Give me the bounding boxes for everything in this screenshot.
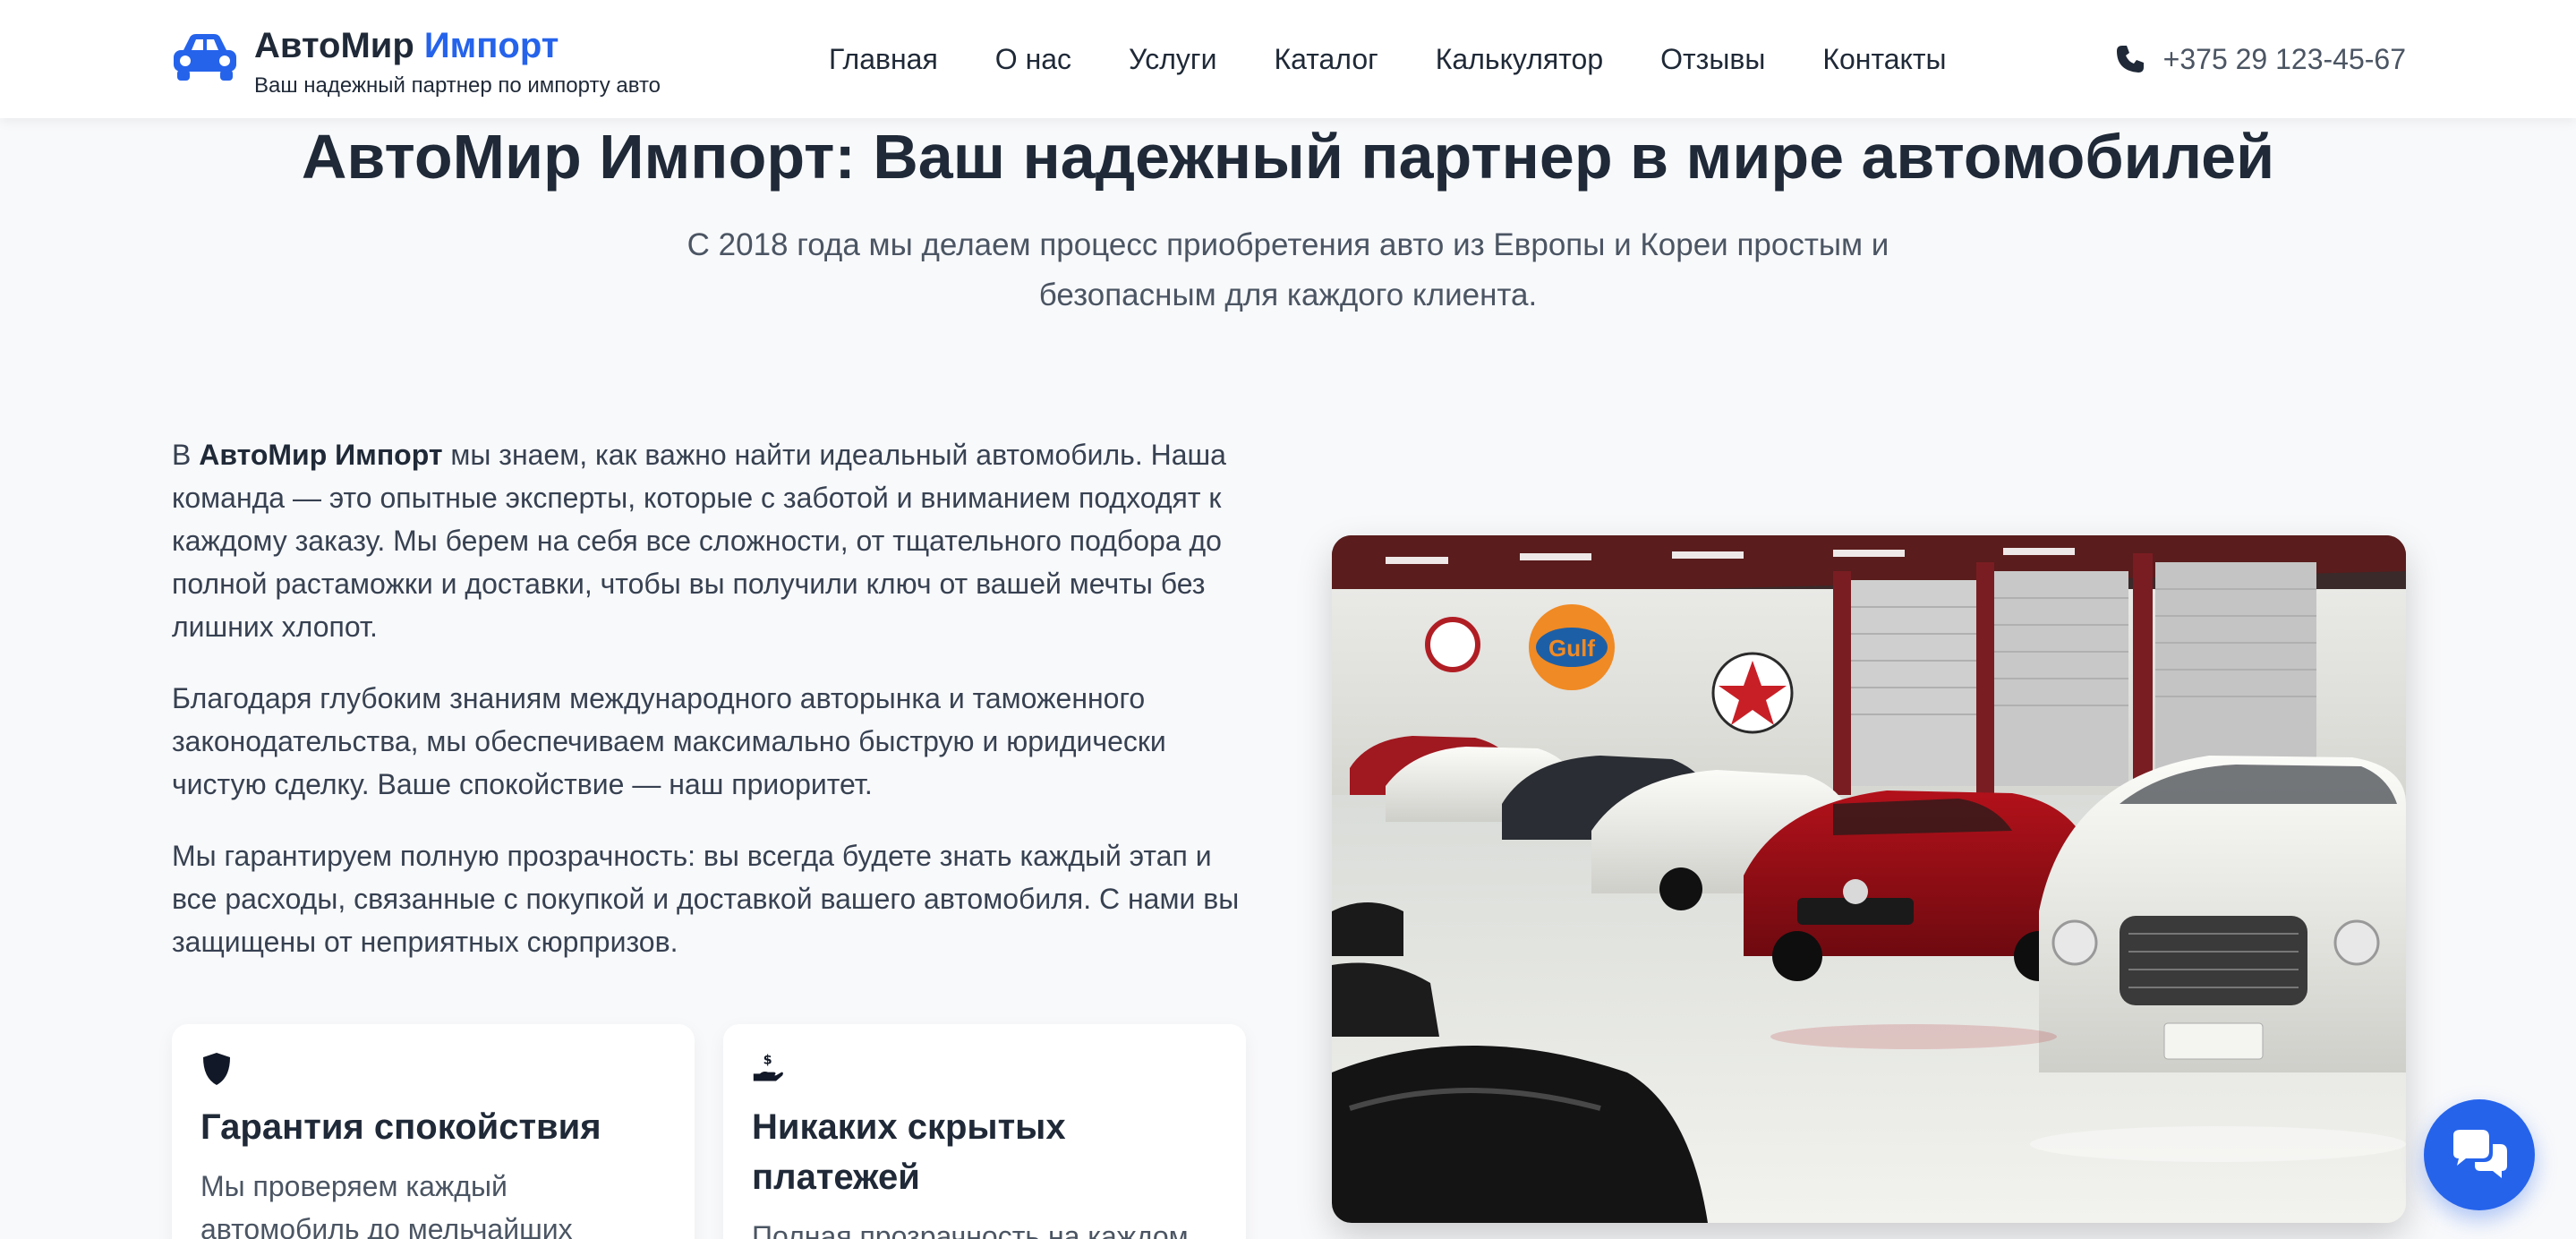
page-subtitle: С 2018 года мы делаем процесс приобретен… (687, 227, 1889, 312)
phone-icon (2116, 46, 2144, 73)
feature-card-no-hidden-fees: $ Никаких скрытых платежей Полная прозра… (723, 1024, 1246, 1239)
about-p1-prefix: В (172, 439, 200, 471)
nav-link-about[interactable]: О нас (995, 39, 1071, 79)
chat-bubbles-icon (2453, 1130, 2507, 1178)
logo[interactable]: АвтоМир Импорт Ваш надежный партнер по и… (170, 23, 661, 98)
phone-link[interactable]: +375 29 123-45-67 (2115, 39, 2406, 79)
about-p1-brand: АвтоМир Импорт (199, 439, 443, 471)
car-icon (174, 34, 236, 81)
main-nav: Главная О нас Услуги Каталог Калькулятор… (829, 39, 1947, 79)
showroom-illustration: Gulf (1332, 535, 2406, 1223)
phone-number: +375 29 123-45-67 (2162, 43, 2406, 75)
brand-name: АвтоМир Импорт (254, 23, 661, 68)
nav-link-services[interactable]: Услуги (1129, 39, 1216, 79)
nav-link-reviews[interactable]: Отзывы (1660, 39, 1765, 79)
about-text: В АвтоМир Импорт мы знаем, как важно най… (172, 433, 1246, 992)
nav-link-contacts[interactable]: Контакты (1822, 39, 1946, 79)
feature-title: Гарантия спокойствия (200, 1107, 601, 1147)
page-title: АвтоМир Импорт: Ваш надежный партнер в м… (301, 122, 2275, 192)
nav-link-home[interactable]: Главная (829, 39, 938, 79)
feature-title: Никаких скрытых платежей (752, 1107, 1066, 1197)
feature-card-guarantee: Гарантия спокойствия Мы проверяем каждый… (172, 1024, 695, 1239)
svg-text:$: $ (763, 1054, 772, 1068)
brand-tagline: Ваш надежный партнер по импорту авто (254, 73, 661, 98)
brand-main: АвтоМир (254, 26, 414, 65)
hand-dollar-icon: $ (753, 1054, 783, 1081)
brand-accent: Импорт (423, 26, 559, 65)
nav-link-calculator[interactable]: Калькулятор (1436, 39, 1603, 79)
shield-icon (203, 1053, 230, 1085)
site-header: АвтоМир Импорт Ваш надежный партнер по и… (0, 0, 2576, 118)
feature-text: Полная прозрачность на каждом (752, 1220, 1189, 1239)
car-showroom-photo: Gulf (1332, 535, 2406, 1223)
svg-text:Gulf: Gulf (1548, 635, 1595, 662)
chat-button[interactable] (2424, 1099, 2535, 1210)
nav-link-catalog[interactable]: Каталог (1274, 39, 1378, 79)
about-paragraph-3: Мы гарантируем полную прозрачность: вы в… (172, 840, 1240, 958)
about-paragraph-2: Благодаря глубоким знаниям международног… (172, 682, 1166, 800)
feature-text: Мы проверяем каждый автомобиль до мельча… (200, 1170, 573, 1239)
about-paragraph-1: В АвтоМир Импорт мы знаем, как важно най… (172, 433, 1246, 648)
